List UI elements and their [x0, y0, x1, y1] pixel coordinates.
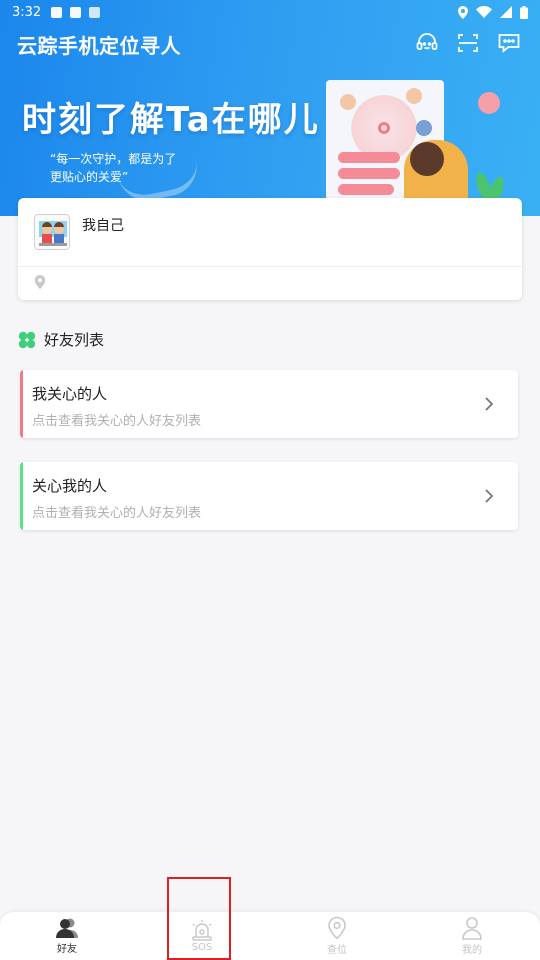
customer-service-icon[interactable]: [414, 30, 440, 56]
section-title-text: 好友列表: [44, 331, 105, 349]
accent-bar: [20, 370, 23, 438]
accent-bar: [20, 462, 23, 530]
text-notification-icon: [89, 6, 101, 18]
wifi-icon: [476, 6, 492, 18]
chevron-right-icon: [485, 397, 494, 411]
list-item-cares-about-me[interactable]: 关心我的人 点击查看我关心的人好友列表: [20, 462, 518, 530]
divider: [18, 266, 522, 267]
nav-label: 好友: [57, 944, 77, 955]
clover-icon: [18, 331, 36, 348]
my-profile-card[interactable]: 我自己: [18, 198, 522, 300]
location-pin-icon: [328, 916, 346, 940]
woman-head-illustration: [410, 142, 444, 176]
chevron-right-icon: [485, 489, 494, 503]
nav-label: 我的: [462, 945, 482, 956]
target-dot: [378, 122, 390, 134]
illustration-pill: [338, 184, 394, 195]
list-item-subtitle: 点击查看我关心的人好友列表: [32, 414, 202, 429]
list-item-title: 我关心的人: [32, 385, 108, 403]
profile-name: 我自己: [82, 218, 124, 234]
message-icon[interactable]: [496, 30, 522, 56]
banner-headline: 时刻了解Ta在哪儿: [22, 100, 320, 140]
battery-icon: [520, 5, 528, 19]
illustration-pill: [338, 152, 400, 163]
location-status-icon: [458, 5, 468, 19]
app-title: 云踪手机定位寻人: [17, 34, 181, 58]
status-time: 3:32: [12, 4, 42, 20]
header-banner: 3:32 云踪手机定位寻人 时刻了解Ta在哪儿 “每一次守护，都是为了 更贴心的…: [0, 0, 540, 216]
person-avatar-illustration: [406, 88, 422, 104]
nav-label: 查位: [327, 945, 347, 956]
nav-tab-friends[interactable]: 好友: [32, 912, 102, 960]
person-avatar-illustration: [340, 94, 356, 110]
person-icon: [462, 917, 482, 940]
sos-highlight-box: [167, 877, 231, 960]
illustration-pill: [338, 168, 400, 179]
friends-section-title: 好友列表: [18, 329, 104, 350]
gallery-notification-icon: [51, 6, 63, 18]
list-item-title: 关心我的人: [32, 477, 108, 495]
friends-icon: [56, 918, 78, 938]
bottom-nav: 好友 SOS 查位 我的: [0, 912, 540, 960]
signal-icon: [500, 6, 512, 18]
nav-tab-mine[interactable]: 我的: [437, 912, 507, 960]
location-pin-icon: [34, 275, 46, 289]
avatar: [34, 214, 70, 250]
list-item-subtitle: 点击查看我关心的人好友列表: [32, 506, 202, 521]
app-notification-icon: [70, 6, 82, 18]
person-avatar-illustration: [416, 120, 432, 136]
clock-decoration: [478, 92, 500, 114]
status-bar: 3:32: [0, 0, 540, 24]
list-item-i-care-about[interactable]: 我关心的人 点击查看我关心的人好友列表: [20, 370, 518, 438]
nav-tab-locate[interactable]: 查位: [302, 912, 372, 960]
scan-icon[interactable]: [455, 30, 481, 56]
